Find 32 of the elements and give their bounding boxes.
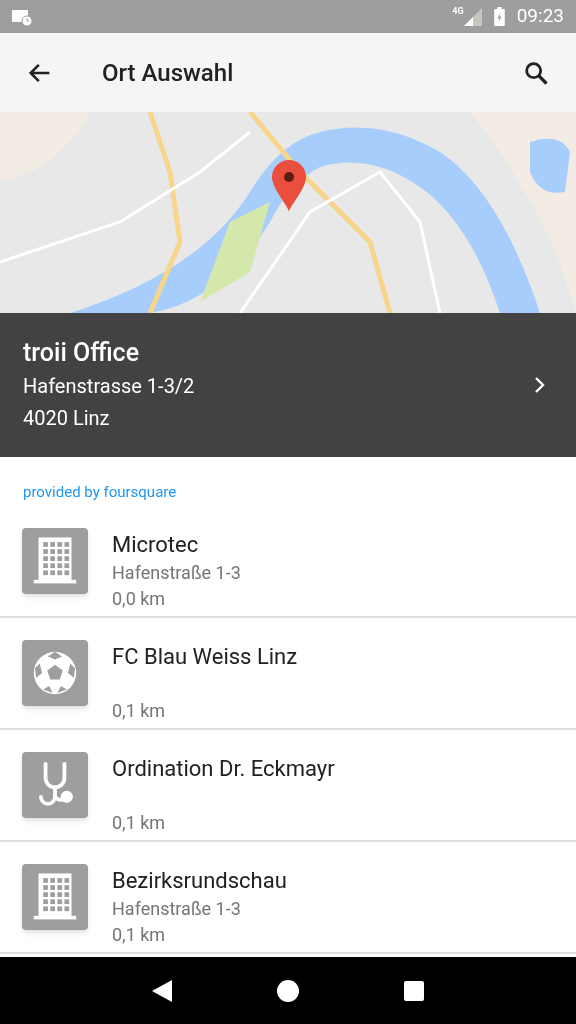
place-list-item[interactable]: Ordination Dr. Eckmayr 0,1 km (0, 730, 576, 842)
place-name: troii Office (23, 337, 141, 369)
battery-charging-icon (493, 7, 505, 26)
place-distance: 0,1 km (112, 923, 167, 947)
place-title: FC Blau Weiss Linz (112, 643, 298, 671)
building-icon (22, 864, 88, 930)
screen-title: Ort Auswahl (102, 57, 235, 89)
place-distance: 0,1 km (112, 811, 167, 835)
place-address: Hafenstraße 1-3 (112, 897, 242, 921)
place-address: Hafenstraße 1-3 (112, 561, 241, 585)
home-circle-icon[interactable] (277, 979, 299, 1002)
place-list-item[interactable]: Microtec Hafenstraße 1-3 0,0 km (0, 506, 576, 618)
clock: 09:23 (516, 3, 564, 30)
back-triangle-icon[interactable] (152, 979, 173, 1002)
place-title: Ordination Dr. Eckmayr (112, 755, 335, 783)
signal-icon (463, 7, 482, 26)
attribution-text: provided by foursquare (22, 482, 178, 503)
place-list-item[interactable]: Bezirksrundschau Hafenstraße 1-3 0,1 km (0, 842, 576, 954)
chevron-right-icon (534, 376, 546, 394)
place-title: Microtec (112, 531, 200, 559)
building-icon (22, 528, 88, 594)
place-distance: 0,0 km (112, 587, 167, 611)
place-distance: 0,1 km (112, 699, 167, 723)
place-city: 4020 Linz (23, 405, 111, 432)
place-list-item[interactable]: FC Blau Weiss Linz 0,1 km (0, 618, 576, 730)
place-address: Hafenstrasse 1-3/2 (23, 373, 196, 400)
place-title: Bezirksrundschau (112, 867, 287, 895)
selected-place-panel[interactable]: troii Office Hafenstrasse 1-3/2 4020 Linz (0, 313, 576, 457)
stethoscope-icon (22, 752, 88, 818)
overview-square-icon[interactable] (403, 980, 424, 1001)
notification-icon (12, 7, 34, 26)
network-label: 4G (452, 5, 464, 18)
